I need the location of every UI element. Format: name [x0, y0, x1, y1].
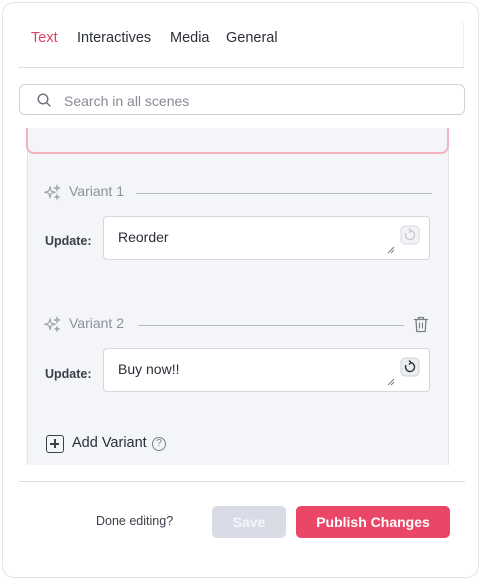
update-label: Update: — [45, 234, 92, 248]
tab-general[interactable]: General — [226, 30, 278, 46]
variant-2-header: Variant 2 — [44, 315, 414, 335]
search-box — [19, 84, 465, 115]
highlighted-variant-box — [26, 128, 449, 154]
sparkle-icon — [44, 184, 62, 201]
resize-grip-icon[interactable] — [387, 378, 395, 386]
variant-2-value: Buy now!! — [118, 361, 180, 377]
update-label: Update: — [45, 367, 92, 381]
variants-card — [27, 128, 449, 465]
tab-interactives[interactable]: Interactives — [77, 30, 151, 46]
divider — [136, 193, 432, 194]
variant-1-header: Variant 1 — [44, 183, 434, 203]
variants-scroll-area[interactable]: Variant 1 Update: Reorder Variant 2 Upda… — [19, 128, 465, 465]
variant-1-value: Reorder — [118, 229, 169, 245]
done-editing-text: Done editing? — [96, 514, 174, 528]
regenerate-icon[interactable] — [400, 357, 420, 377]
publish-changes-button[interactable]: Publish Changes — [296, 506, 450, 538]
tab-bar: Text Interactives Media General — [18, 18, 464, 68]
variant-1-label: Variant 1 — [69, 183, 124, 199]
plus-square-icon — [46, 435, 64, 453]
sparkle-icon — [44, 316, 62, 333]
help-icon[interactable]: ? — [152, 437, 166, 451]
tab-media[interactable]: Media — [170, 30, 210, 46]
search-input[interactable] — [62, 90, 446, 112]
divider — [138, 325, 404, 326]
regenerate-icon[interactable] — [400, 225, 420, 245]
trash-icon[interactable] — [413, 316, 429, 333]
add-variant-label: Add Variant — [72, 435, 147, 451]
variant-2-label: Variant 2 — [69, 315, 124, 331]
resize-grip-icon[interactable] — [387, 246, 395, 254]
variant-1-textarea[interactable]: Reorder — [103, 216, 430, 260]
footer-divider — [19, 481, 465, 482]
tab-text[interactable]: Text — [31, 30, 58, 46]
search-icon — [37, 93, 51, 107]
save-button[interactable]: Save — [212, 506, 286, 538]
variant-2-textarea[interactable]: Buy now!! — [103, 348, 430, 392]
